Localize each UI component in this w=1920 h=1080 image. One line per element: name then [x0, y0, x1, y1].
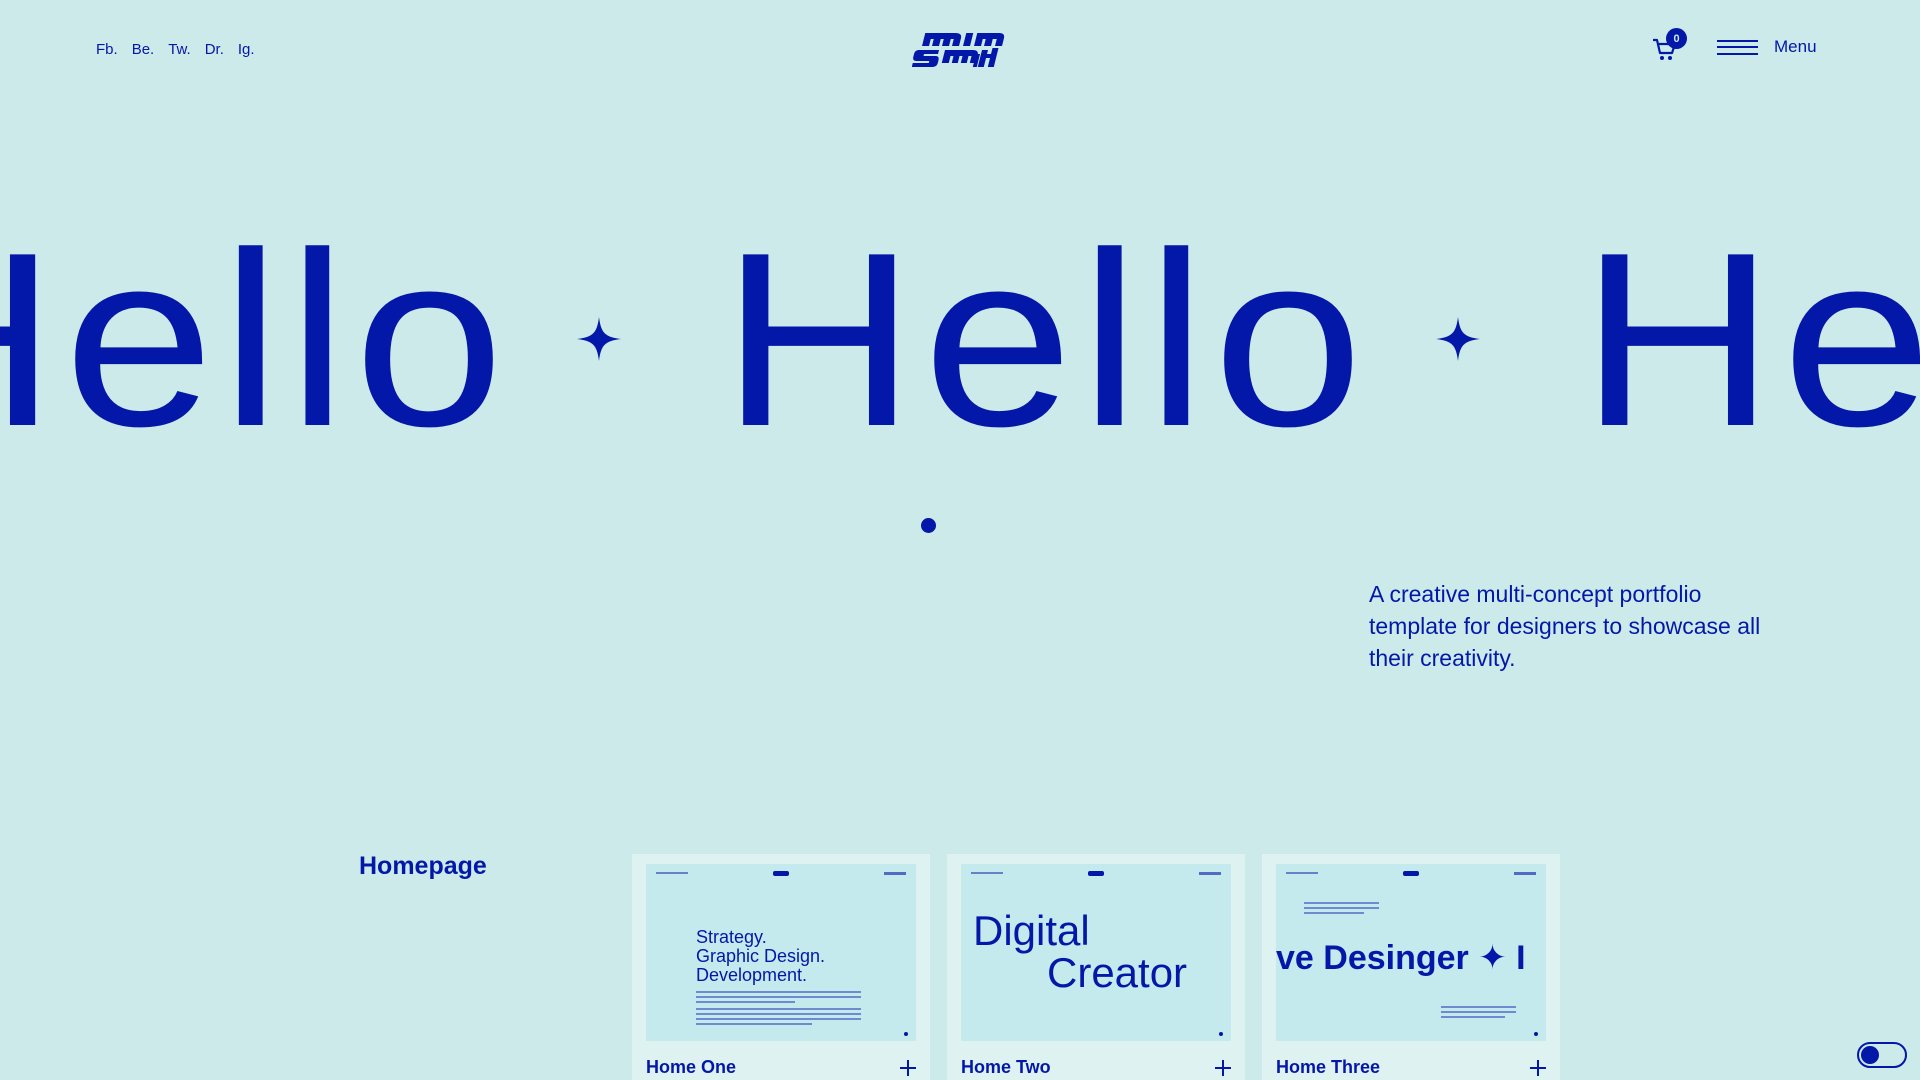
plus-icon[interactable]	[1215, 1059, 1231, 1076]
hero-marquee-word: Hello	[0, 224, 511, 464]
card-thumbnail: ve Desinger ✦ I	[1276, 864, 1546, 1041]
hero-marquee-word: Hello	[1580, 224, 1920, 464]
cart-count-badge: 0	[1666, 28, 1687, 49]
social-links: Fb. Be. Tw. Dr. Ig.	[96, 41, 255, 58]
homepage-card-home-three[interactable]: ve Desinger ✦ I Home Three	[1262, 854, 1560, 1080]
sparkle-icon	[577, 317, 622, 361]
hamburger-icon	[1717, 39, 1758, 55]
site-logo[interactable]	[912, 30, 1008, 70]
card-thumbnail: Digital Creator	[961, 864, 1231, 1041]
social-link-facebook[interactable]: Fb.	[96, 41, 118, 58]
plus-icon[interactable]	[1530, 1059, 1546, 1076]
thumbnail-heading: Digital Creator	[973, 907, 1188, 996]
homepage-card-home-two[interactable]: Digital Creator Home Two	[947, 854, 1245, 1080]
hero-marquee-word: Hello	[721, 224, 1370, 464]
plus-icon[interactable]	[900, 1059, 916, 1076]
site-header: Fb. Be. Tw. Dr. Ig. 0 Menu	[0, 0, 1920, 100]
hero-tagline: A creative multi-concept portfolio templ…	[1369, 581, 1761, 671]
thumbnail-heading: Strategy. Graphic Design. Development.	[696, 927, 826, 985]
card-title: Home Three	[1276, 1057, 1381, 1077]
card-title: Home One	[646, 1057, 737, 1077]
homepage-section-title: Homepage	[359, 852, 487, 880]
social-link-instagram[interactable]: Ig.	[238, 41, 255, 58]
social-link-behance[interactable]: Be.	[132, 41, 155, 58]
menu-button[interactable]: Menu	[1717, 37, 1817, 57]
cursor-dot	[921, 518, 936, 533]
card-thumbnail: Strategy. Graphic Design. Development.	[646, 864, 916, 1041]
hero-marquee: Hello Hello Hello	[0, 224, 1920, 464]
social-link-twitter[interactable]: Tw.	[168, 41, 191, 58]
theme-toggle[interactable]	[1857, 1042, 1907, 1068]
card-title: Home Two	[961, 1057, 1051, 1077]
homepage-card-home-one[interactable]: Strategy. Graphic Design. Development. H…	[632, 854, 930, 1080]
sparkle-icon	[1436, 317, 1481, 361]
toggle-knob	[1861, 1046, 1879, 1064]
homepage-cards: Strategy. Graphic Design. Development. H…	[632, 854, 1560, 1080]
social-link-dribbble[interactable]: Dr.	[205, 41, 224, 58]
menu-label: Menu	[1774, 37, 1817, 56]
thumbnail-marquee: ve Desinger ✦ I	[1276, 939, 1526, 977]
